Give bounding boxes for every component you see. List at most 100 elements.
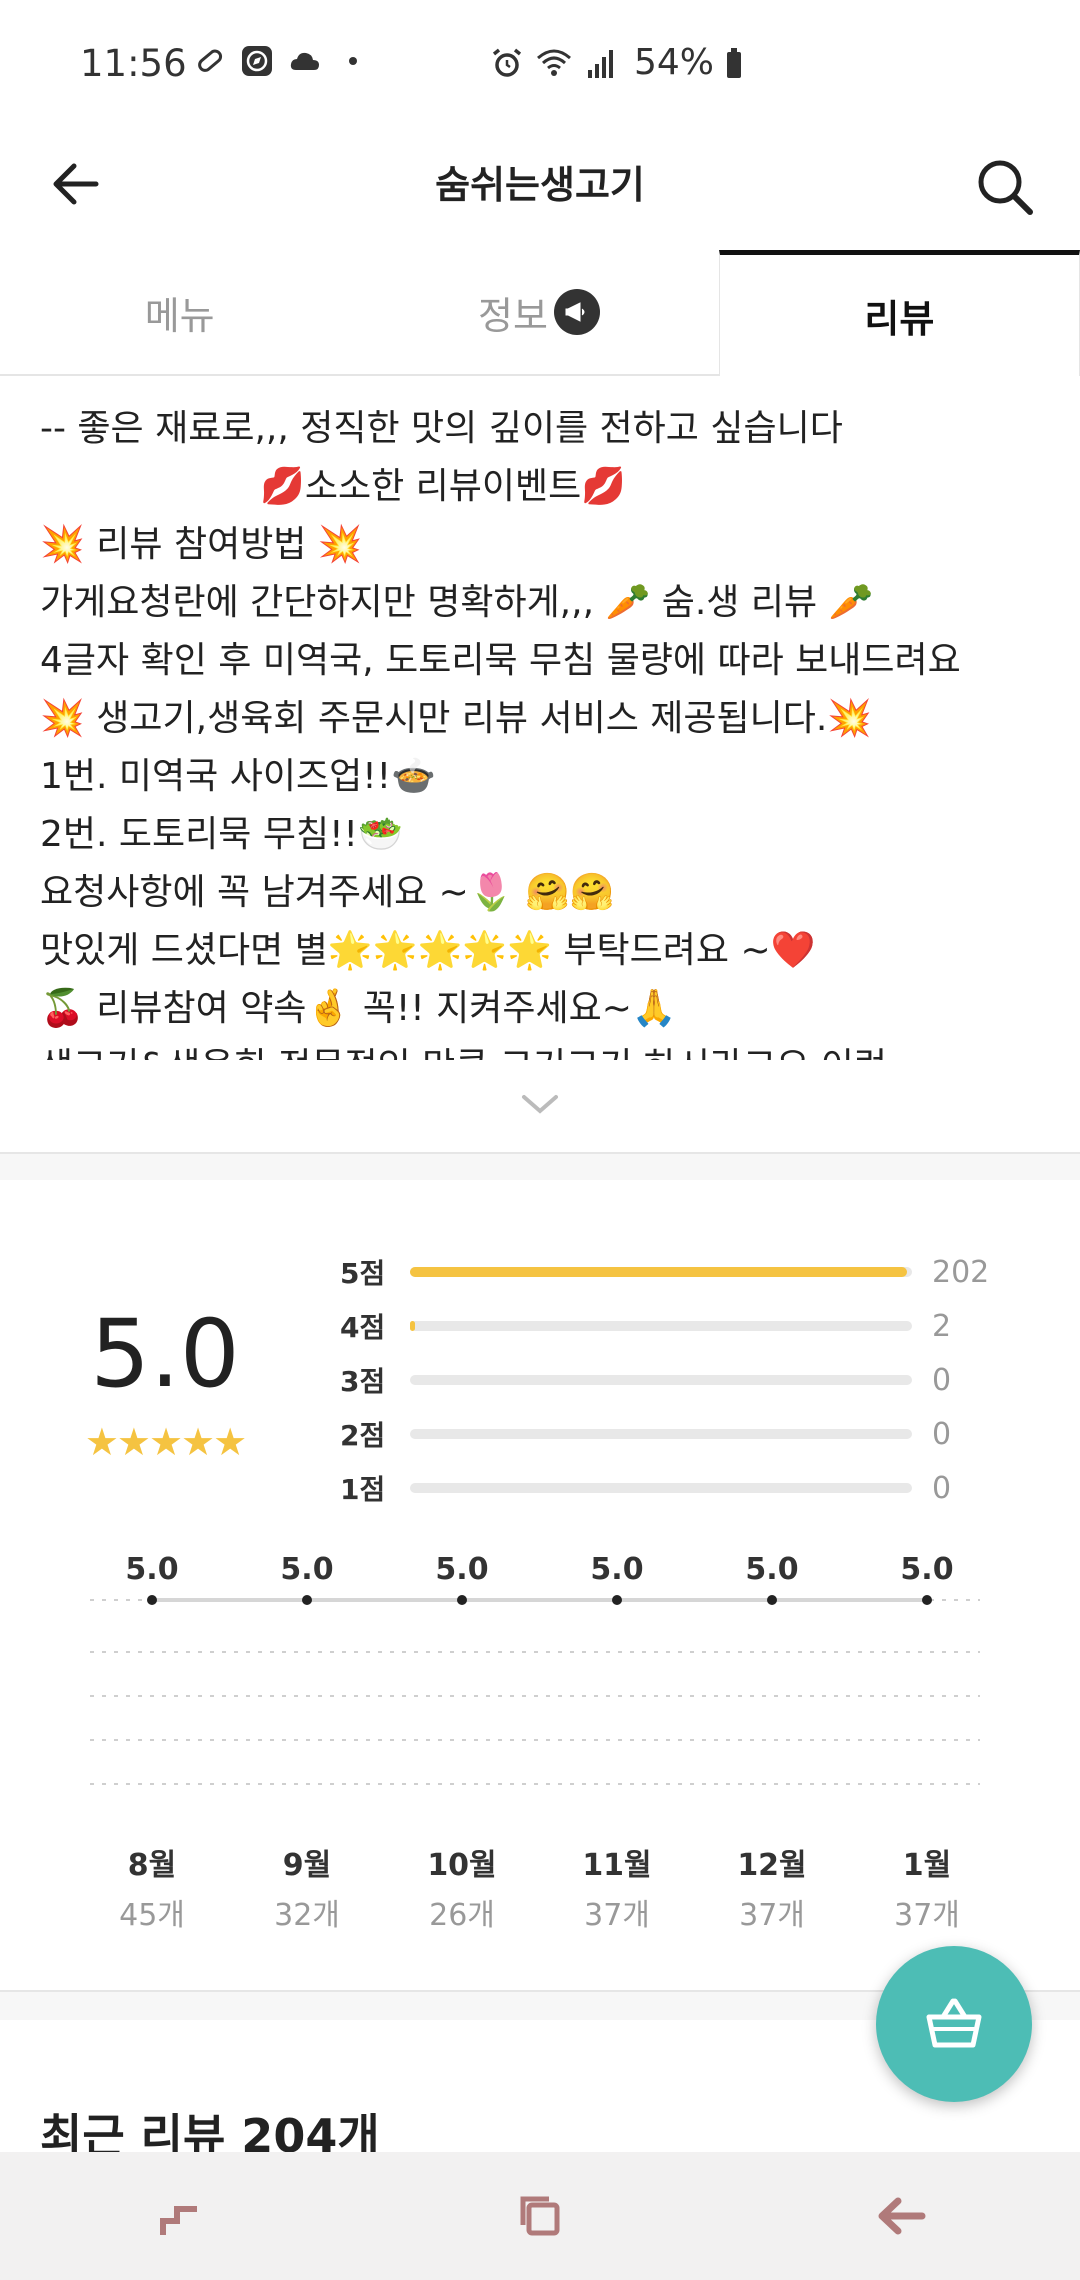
rating-row-count: 0 xyxy=(932,1416,952,1452)
rating-row: 5점 202 xyxy=(340,1252,1020,1292)
rating-row-count: 202 xyxy=(932,1254,990,1290)
notice-line: 요청사항에 꼭 남겨주세요 ~🌷 🤗🤗 xyxy=(40,872,615,913)
rating-bar-track xyxy=(410,1321,912,1331)
chart-month-count: 37개 xyxy=(739,1898,805,1933)
page-title: 숨쉬는생고기 xyxy=(435,163,645,207)
rating-row-count: 0 xyxy=(932,1470,952,1506)
rating-row: 1점 0 xyxy=(340,1468,1020,1508)
status-system-icons: 54% xyxy=(490,42,744,83)
owner-notice: -- 좋은 재료로,,, 정직한 맛의 깊이를 전하고 싶습니다 💋소소한 리뷰… xyxy=(40,400,1050,1060)
rating-row-label: 5점 xyxy=(340,1257,386,1290)
back-arrow-icon xyxy=(878,2197,926,2235)
chart-month-label: 8월 xyxy=(127,1848,177,1883)
chart-month-column: 11월 37개 xyxy=(547,1840,687,1934)
monthly-rating-chart: 5.0 8월 45개 5.0 9월 32개 5.0 10월 26개 5.0 11월 37개 5.0 12월… xyxy=(80,1540,980,1940)
chart-month-label: 1월 xyxy=(902,1848,952,1883)
app-bar: 숨쉬는생고기 xyxy=(0,130,1080,246)
tab-reviews[interactable]: 리뷰 xyxy=(718,250,1080,376)
status-notification-icons xyxy=(192,44,370,78)
notice-line: 2번. 도토리묵 무침!!🥗 xyxy=(40,814,403,855)
chart-month-column: 10월 26개 xyxy=(392,1840,532,1934)
rating-row-label: 4점 xyxy=(340,1311,386,1344)
chart-value-label: 5.0 xyxy=(745,1552,799,1587)
rating-bar-track xyxy=(410,1267,912,1277)
notice-line: 💋소소한 리뷰이벤트💋 xyxy=(260,466,627,507)
system-nav-bar xyxy=(0,2152,1080,2280)
notice-line: 가게요청란에 간단하지만 명확하게,,, 🥕 숨.생 리뷰 🥕 xyxy=(40,582,874,623)
notice-line: 1번. 미역국 사이즈업!!🍲 xyxy=(40,756,436,797)
section-divider xyxy=(0,1152,1080,1180)
chart-month-label: 10월 xyxy=(427,1848,497,1883)
rating-row-count: 2 xyxy=(932,1308,952,1344)
chart-month-count: 37개 xyxy=(894,1898,960,1933)
chart-month-column: 8월 45개 xyxy=(82,1840,222,1934)
dot-icon xyxy=(349,57,357,65)
rating-row: 3점 0 xyxy=(340,1360,1020,1400)
status-bar: 11:56 54% xyxy=(0,0,1080,130)
pill-icon xyxy=(198,49,223,72)
chart-point xyxy=(302,1595,312,1605)
signal-icon xyxy=(588,49,613,78)
chart-value-label: 5.0 xyxy=(435,1552,489,1587)
chart-month-label: 12월 xyxy=(737,1848,807,1883)
nav-back-button[interactable] xyxy=(870,2186,930,2246)
home-button[interactable] xyxy=(510,2186,570,2246)
expand-notice-button[interactable] xyxy=(510,1085,570,1125)
chart-value-label: 5.0 xyxy=(590,1552,644,1587)
chart-value-label: 5.0 xyxy=(280,1552,334,1587)
notice-line: -- 좋은 재료로,,, 정직한 맛의 깊이를 전하고 싶습니다 xyxy=(40,408,843,449)
rating-bar-track xyxy=(410,1429,912,1439)
chart-point xyxy=(612,1595,622,1605)
chevron-down-icon xyxy=(522,1095,558,1114)
chart-month-column: 1월 37개 xyxy=(857,1840,997,1934)
wifi-icon xyxy=(537,49,571,76)
chart-month-label: 9월 xyxy=(282,1848,332,1883)
rating-row-label: 2점 xyxy=(340,1419,386,1452)
notice-line: 💥 생고기,생육회 주문시만 리뷰 서비스 제공됩니다.💥 xyxy=(40,698,873,739)
basket-icon xyxy=(926,1998,982,2048)
chart-point xyxy=(767,1595,777,1605)
cart-button[interactable] xyxy=(876,1946,1032,2102)
rating-row: 4점 2 xyxy=(340,1306,1020,1346)
chart-point xyxy=(457,1595,467,1605)
rating-row-label: 3점 xyxy=(340,1365,386,1398)
cloud-icon xyxy=(290,52,319,70)
recent-apps-icon xyxy=(160,2206,197,2235)
battery-percent: 54% xyxy=(634,42,715,83)
rating-row-count: 0 xyxy=(932,1362,952,1398)
chart-month-count: 45개 xyxy=(119,1898,185,1933)
tab-menu[interactable]: 메뉴 xyxy=(0,250,359,374)
tab-label: 리뷰 xyxy=(864,297,935,341)
battery-icon xyxy=(727,47,742,78)
megaphone-icon xyxy=(553,289,600,335)
tab-label: 정보 xyxy=(478,293,548,338)
chart-value-label: 5.0 xyxy=(125,1552,179,1587)
compass-icon xyxy=(242,46,272,76)
search-button[interactable] xyxy=(970,152,1040,222)
rating-bar-track xyxy=(410,1483,912,1493)
tab-label: 메뉴 xyxy=(144,293,215,338)
rating-bar-fill xyxy=(410,1267,907,1277)
rating-row: 2점 0 xyxy=(340,1414,1020,1454)
chart-month-column: 12월 37개 xyxy=(702,1840,842,1934)
alarm-icon xyxy=(492,48,522,77)
chart-month-column: 9월 32개 xyxy=(237,1840,377,1934)
recent-apps-button[interactable] xyxy=(150,2186,210,2246)
average-rating: 5.0 xyxy=(90,1300,240,1409)
home-icon xyxy=(520,2196,560,2236)
chart-value-label: 5.0 xyxy=(900,1552,954,1587)
rating-bar-fill xyxy=(410,1321,416,1331)
chart-month-count: 32개 xyxy=(274,1898,340,1933)
chart-month-label: 11월 xyxy=(582,1848,652,1883)
status-time: 11:56 xyxy=(80,42,187,85)
search-icon xyxy=(978,160,1033,215)
rating-row-label: 1점 xyxy=(340,1473,386,1506)
notice-line: 4글자 확인 후 미역국, 도토리묵 무침 물량에 따라 보내드려요 xyxy=(40,640,961,681)
rating-stars: ★★★★★ xyxy=(84,1420,247,1464)
chart-month-count: 26개 xyxy=(429,1898,495,1933)
notice-line: 맛있게 드셨다면 별🌟🌟🌟🌟🌟 부탁드려요 ~❤️ xyxy=(40,930,816,971)
tab-info[interactable]: 정보 xyxy=(359,250,718,374)
tab-bar: 메뉴 정보 리뷰 xyxy=(0,250,1080,376)
chart-point xyxy=(147,1595,157,1605)
notice-line: 🍒 리뷰참여 약속🤞 꼭!! 지켜주세요~🙏 xyxy=(40,988,677,1029)
